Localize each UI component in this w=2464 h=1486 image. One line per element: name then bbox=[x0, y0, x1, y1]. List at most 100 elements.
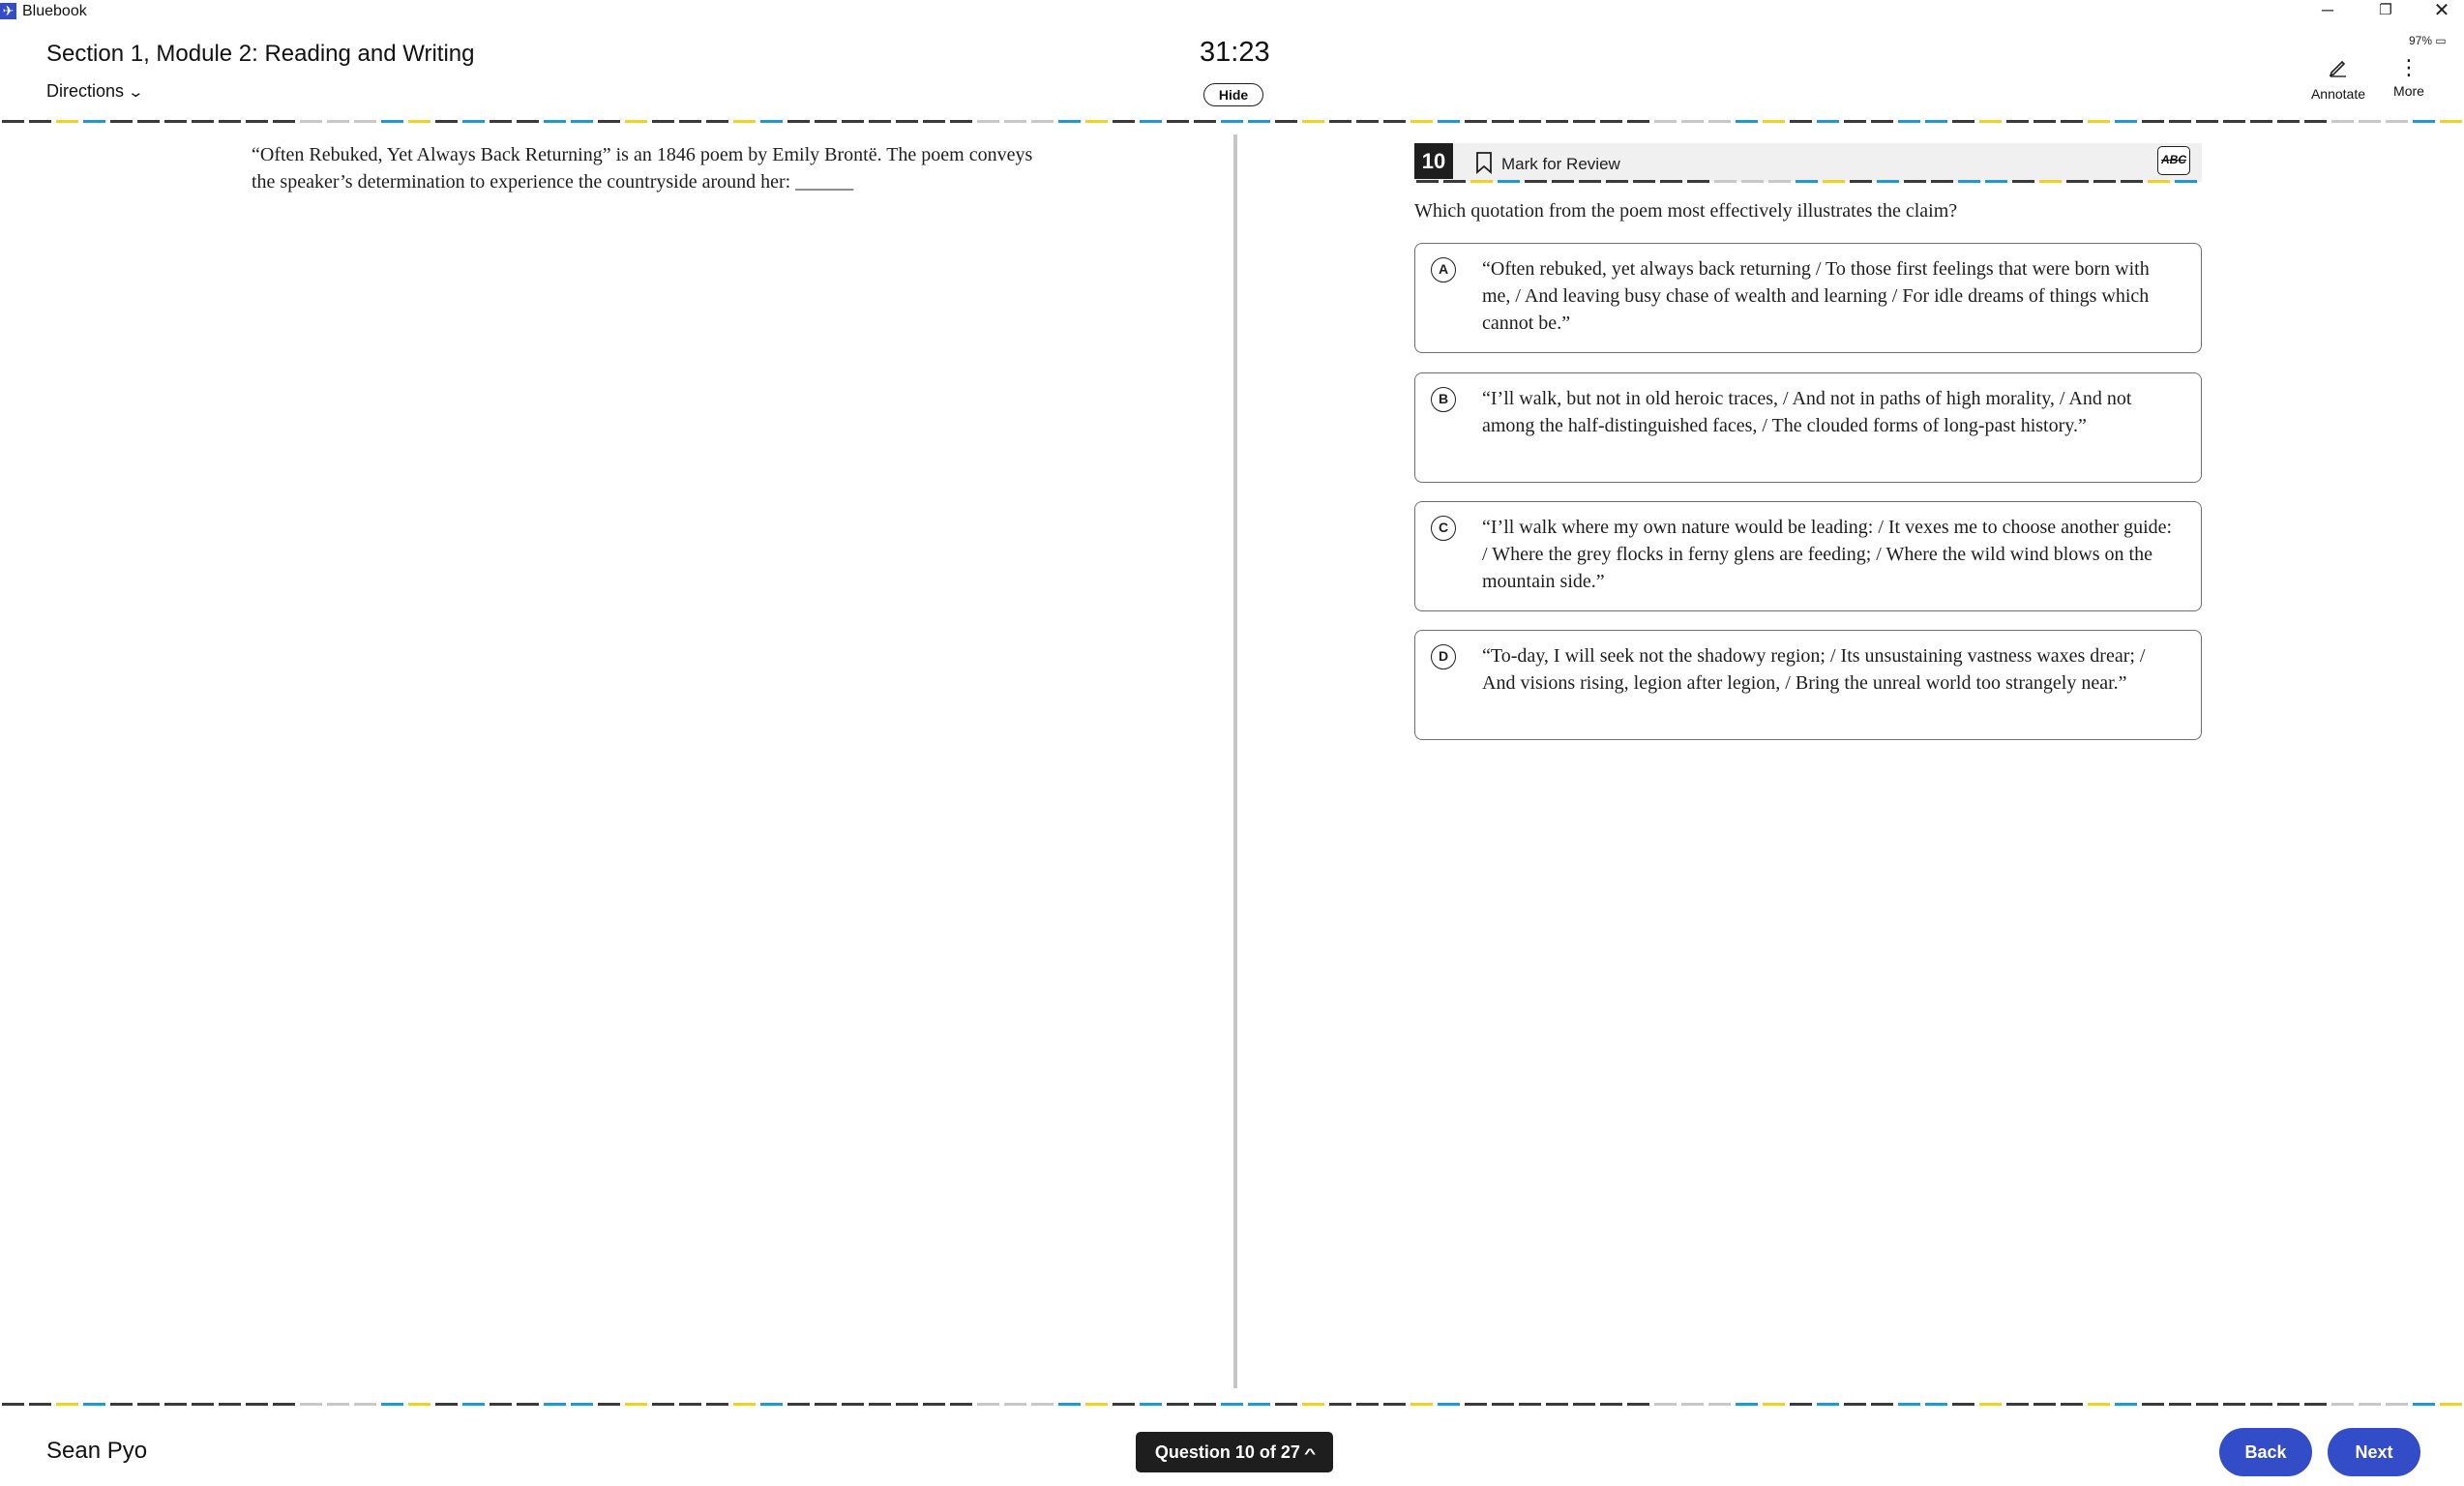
back-button[interactable]: Back bbox=[2219, 1428, 2312, 1476]
divider-dash bbox=[164, 120, 187, 123]
student-name: Sean Pyo bbox=[46, 1438, 148, 1464]
divider-dash bbox=[137, 1403, 160, 1406]
divider-dash bbox=[246, 1403, 268, 1406]
divider-dash bbox=[2359, 120, 2381, 123]
divider-dash bbox=[1817, 1403, 1839, 1406]
annotate-button[interactable]: Annotate bbox=[2302, 56, 2374, 102]
divider-dash bbox=[1552, 180, 1574, 183]
divider-dash bbox=[2277, 120, 2300, 123]
divider-dash bbox=[1221, 120, 1243, 123]
divider-dash bbox=[625, 1403, 647, 1406]
divider-dash bbox=[1221, 1403, 1243, 1406]
divider-dash bbox=[1329, 120, 1351, 123]
footer-divider bbox=[0, 1403, 2464, 1406]
answer-choice-d[interactable]: D “To-day, I will seek not the shadowy r… bbox=[1414, 630, 2202, 740]
divider-dash bbox=[977, 120, 999, 123]
divider-dash bbox=[1167, 1403, 1189, 1406]
question-header-divider bbox=[1414, 180, 2202, 183]
question-navigator-label: Question 10 of 27 bbox=[1154, 1441, 1300, 1462]
divider-dash bbox=[2304, 120, 2327, 123]
divider-dash bbox=[1952, 120, 1974, 123]
divider-dash bbox=[2088, 1403, 2110, 1406]
divider-dash bbox=[137, 120, 160, 123]
divider-dash bbox=[2277, 1403, 2300, 1406]
divider-dash bbox=[2359, 1403, 2381, 1406]
minimize-button[interactable]: ─ bbox=[2308, 0, 2347, 23]
divider-dash bbox=[2413, 1403, 2435, 1406]
question-navigator-button[interactable]: Question 10 of 27 ^ bbox=[1136, 1432, 1333, 1472]
divider-dash bbox=[2115, 1403, 2137, 1406]
divider-dash bbox=[1248, 120, 1270, 123]
divider-dash bbox=[56, 120, 78, 123]
divider-dash bbox=[1573, 120, 1595, 123]
divider-dash bbox=[760, 120, 783, 123]
answer-choice-b[interactable]: B “I’ll walk, but not in old heroic trac… bbox=[1414, 372, 2202, 483]
more-button[interactable]: ⋮ More bbox=[2385, 56, 2433, 100]
divider-dash bbox=[679, 1403, 701, 1406]
divider-dash bbox=[354, 120, 376, 123]
hide-timer-button[interactable]: Hide bbox=[1203, 83, 1263, 106]
divider-dash bbox=[1167, 120, 1189, 123]
divider-dash bbox=[1058, 1403, 1081, 1406]
divider-dash bbox=[1877, 180, 1899, 183]
divider-dash bbox=[83, 1403, 105, 1406]
divider-dash bbox=[1627, 120, 1649, 123]
divider-dash bbox=[1410, 1403, 1433, 1406]
divider-dash bbox=[1979, 1403, 2002, 1406]
divider-dash bbox=[896, 120, 918, 123]
divider-dash bbox=[2169, 1403, 2191, 1406]
divider-dash bbox=[1031, 120, 1054, 123]
next-button[interactable]: Next bbox=[2328, 1428, 2420, 1476]
divider-dash bbox=[1681, 120, 1704, 123]
divider-dash bbox=[977, 1403, 999, 1406]
divider-dash bbox=[1985, 180, 2007, 183]
divider-dash bbox=[2012, 180, 2034, 183]
answer-choice-c[interactable]: C “I’ll walk where my own nature would b… bbox=[1414, 501, 2202, 611]
divider-dash bbox=[300, 1403, 322, 1406]
divider-dash bbox=[327, 1403, 349, 1406]
divider-dash bbox=[435, 1403, 458, 1406]
divider-dash bbox=[1519, 120, 1541, 123]
directions-dropdown[interactable]: Directions ⌄ bbox=[46, 81, 145, 102]
divider-dash bbox=[1248, 1403, 1270, 1406]
answer-choice-a[interactable]: A “Often rebuked, yet always back return… bbox=[1414, 243, 2202, 353]
divider-dash bbox=[192, 1403, 214, 1406]
divider-dash bbox=[1736, 120, 1758, 123]
divider-dash bbox=[29, 120, 51, 123]
divider-dash bbox=[625, 120, 647, 123]
divider-dash bbox=[1979, 120, 2002, 123]
divider-dash bbox=[652, 120, 674, 123]
divider-dash bbox=[110, 1403, 133, 1406]
divider-dash bbox=[2039, 180, 2062, 183]
divider-dash bbox=[1741, 180, 1764, 183]
divider-dash bbox=[2061, 120, 2083, 123]
divider-dash bbox=[760, 1403, 783, 1406]
divider-dash bbox=[571, 120, 593, 123]
divider-dash bbox=[1850, 180, 1872, 183]
chevron-down-icon: ⌄ bbox=[127, 84, 145, 101]
divider-dash bbox=[1633, 180, 1655, 183]
divider-dash bbox=[1356, 120, 1379, 123]
divider-dash bbox=[1763, 1403, 1785, 1406]
divider-dash bbox=[1925, 1403, 1947, 1406]
divider-dash bbox=[896, 1403, 918, 1406]
divider-dash bbox=[1952, 1403, 1974, 1406]
mark-for-review-label: Mark for Review bbox=[1501, 154, 1620, 173]
divider-dash bbox=[2, 1403, 24, 1406]
restore-button[interactable]: ❐ bbox=[2366, 0, 2405, 23]
question-prompt: Which quotation from the poem most effec… bbox=[1414, 200, 1958, 222]
close-button[interactable]: ✕ bbox=[2422, 0, 2461, 23]
divider-dash bbox=[2223, 120, 2245, 123]
mark-for-review-toggle[interactable]: Mark for Review bbox=[1474, 151, 1620, 179]
divider-dash bbox=[2006, 1403, 2029, 1406]
divider-dash bbox=[1654, 1403, 1677, 1406]
divider-dash bbox=[1958, 180, 1980, 183]
choice-text: “I’ll walk where my own nature would be … bbox=[1482, 517, 2173, 592]
battery-indicator: 97% ▭ bbox=[2409, 34, 2447, 47]
divider-dash bbox=[1113, 1403, 1135, 1406]
pane-resize-handle[interactable] bbox=[1233, 134, 1237, 1388]
divider-dash bbox=[706, 120, 728, 123]
divider-dash bbox=[1714, 180, 1737, 183]
battery-icon: ▭ bbox=[2435, 34, 2447, 47]
answer-eliminator-button[interactable]: ABC bbox=[2157, 146, 2190, 175]
